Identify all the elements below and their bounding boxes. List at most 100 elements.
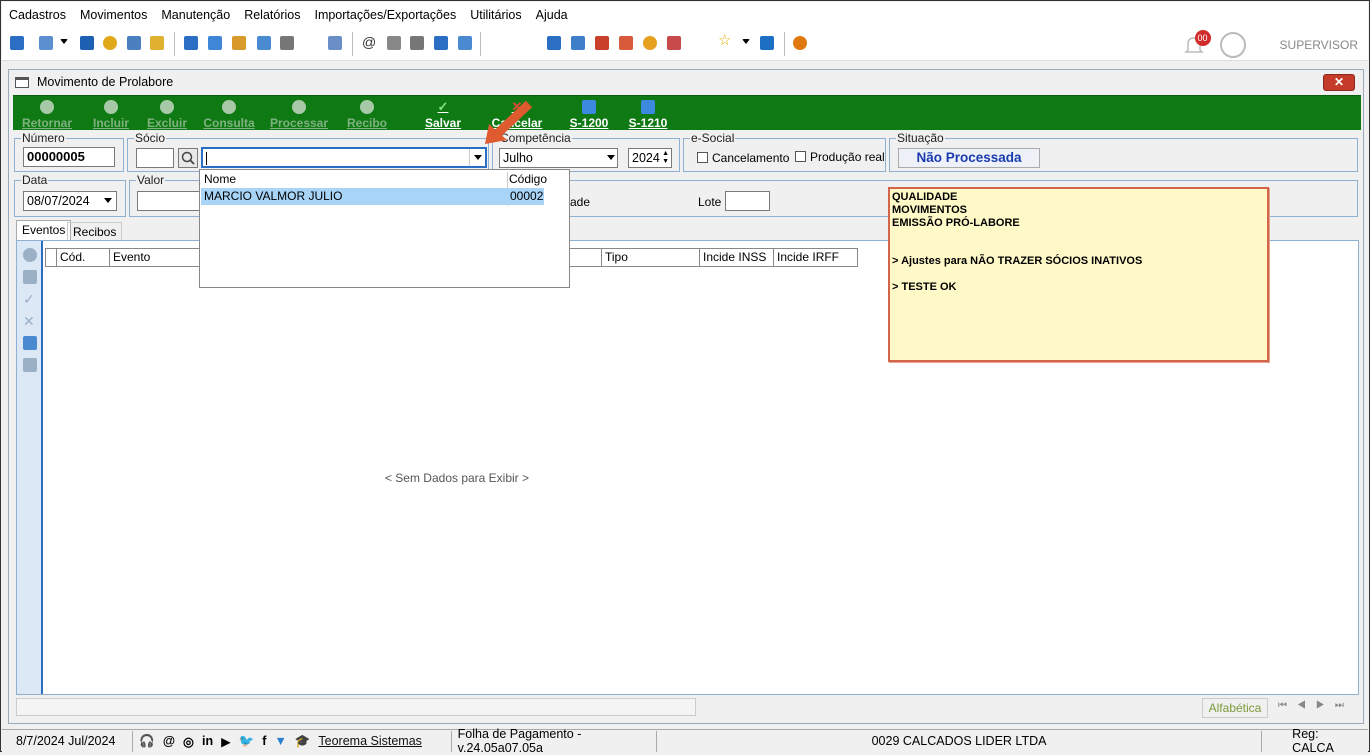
- lock-icon[interactable]: [643, 36, 657, 50]
- status-bar: 8/7/2024 Jul/2024 🎧 @ ◎ in ▶ 🐦 f ▼ 🎓 Teo…: [2, 727, 1368, 755]
- cancelamento-checkbox[interactable]: [697, 152, 708, 163]
- report-icon[interactable]: [667, 36, 681, 50]
- valor-field[interactable]: [137, 191, 207, 211]
- mail-icon[interactable]: [434, 36, 448, 50]
- status-date: 8/7/2024 Jul/2024: [2, 730, 134, 752]
- menu-movimentos[interactable]: Movimentos: [80, 8, 147, 22]
- document-icon: [582, 100, 596, 114]
- data-field[interactable]: 08/07/2024: [23, 191, 117, 211]
- clock-icon[interactable]: [103, 36, 117, 50]
- grid-icon[interactable]: [547, 36, 561, 50]
- s1200-button[interactable]: S-1200: [569, 96, 609, 131]
- facebook-icon[interactable]: f: [262, 734, 266, 748]
- avatar[interactable]: [1219, 32, 1246, 58]
- ano-spinner[interactable]: 2024 ▲ ▼: [628, 148, 672, 168]
- window-icon[interactable]: [760, 36, 774, 50]
- book-icon[interactable]: [80, 36, 94, 50]
- bell-icon[interactable]: 00: [1182, 30, 1211, 57]
- twitter-icon[interactable]: 🐦: [239, 734, 255, 749]
- graduation-cap-icon[interactable]: 🎓: [295, 734, 311, 749]
- linkedin-icon[interactable]: in: [202, 734, 213, 748]
- empty-message: < Sem Dados para Exibir >: [384, 471, 530, 485]
- document-icon[interactable]: [410, 36, 424, 50]
- window-title: Movimento de Prolabore: [37, 75, 174, 89]
- menu-bar: Cadastros Movimentos Manutenção Relatóri…: [2, 2, 1368, 28]
- teorema-link[interactable]: Teorema Sistemas: [318, 734, 422, 748]
- copy-icon[interactable]: [387, 36, 401, 50]
- at-icon[interactable]: @: [163, 734, 175, 748]
- menu-utilitarios[interactable]: Utilitários: [470, 8, 521, 22]
- edit-icon[interactable]: [458, 36, 472, 50]
- column-chooser-icon[interactable]: [45, 248, 57, 267]
- socio-combo[interactable]: [201, 147, 487, 168]
- bank-icon[interactable]: [127, 36, 141, 50]
- youtube-icon[interactable]: ▶: [221, 734, 231, 749]
- mes-select[interactable]: Julho: [499, 148, 618, 168]
- situacao-label: Situação: [896, 131, 945, 145]
- socio-group: Sócio: [127, 131, 489, 172]
- menu-relatorios[interactable]: Relatórios: [244, 8, 300, 22]
- numero-label: Número: [21, 131, 66, 145]
- company-icon[interactable]: [10, 36, 24, 50]
- transfer-users-icon[interactable]: [328, 36, 342, 50]
- people-icon[interactable]: [150, 36, 164, 50]
- lote-field[interactable]: [725, 191, 770, 211]
- order-selector[interactable]: Alfabética: [1202, 698, 1268, 718]
- recibo-button: Recibo: [345, 96, 389, 131]
- menu-manutencao[interactable]: Manutenção: [161, 8, 230, 22]
- prev-record-icon[interactable]: ◀: [1297, 700, 1316, 711]
- form-icon[interactable]: [208, 36, 222, 50]
- handshake-icon[interactable]: [257, 36, 271, 50]
- producao-label: Produção real: [810, 150, 885, 164]
- toolbar-separator: [352, 32, 353, 56]
- producao-checkbox[interactable]: [795, 151, 806, 162]
- col-tipo[interactable]: Tipo: [602, 248, 700, 267]
- col-cod[interactable]: Cód.: [57, 248, 110, 267]
- star-icon[interactable]: ☆: [718, 33, 732, 48]
- last-record-icon[interactable]: ⏭: [1335, 700, 1354, 711]
- tab-recibos[interactable]: Recibos: [67, 222, 123, 242]
- menu-ajuda[interactable]: Ajuda: [536, 8, 568, 22]
- menu-importacoes[interactable]: Importações/Exportações: [314, 8, 456, 22]
- power-icon[interactable]: [793, 36, 807, 50]
- close-icon[interactable]: ✕: [23, 314, 37, 328]
- chevron-down-icon[interactable]: [742, 39, 750, 47]
- notification-badge: 00: [1194, 30, 1211, 46]
- col-incide-inss[interactable]: Incide INSS: [700, 248, 774, 267]
- numero-field[interactable]: 00000005: [23, 147, 115, 167]
- check-icon: ✓: [437, 99, 449, 114]
- table-settings-icon[interactable]: [23, 358, 37, 372]
- s1210-button[interactable]: S-1210: [628, 96, 668, 131]
- at-icon[interactable]: @: [362, 35, 376, 49]
- list-icon[interactable]: [184, 36, 198, 50]
- sticky-note: QUALIDADE MOVIMENTOS EMISSÃO PRÓ-LABORE …: [888, 187, 1269, 362]
- building-icon[interactable]: [280, 36, 294, 50]
- social-links: 🎧 @ ◎ in ▶ 🐦 f ▼ 🎓 Teorema Sistemas: [133, 730, 452, 752]
- dropdown-row[interactable]: MARCIO VALMOR JULIO 00002: [201, 188, 544, 205]
- col-incide-irff[interactable]: Incide IRFF: [774, 248, 858, 267]
- check-icon[interactable]: ✓: [23, 292, 37, 306]
- next-record-icon[interactable]: ▶: [1316, 700, 1335, 711]
- headset-icon[interactable]: 🎧: [139, 734, 155, 749]
- chevron-down-icon[interactable]: [60, 39, 68, 47]
- add-icon[interactable]: [23, 248, 37, 262]
- salvar-button[interactable]: ✓ Salvar: [423, 96, 463, 131]
- socio-search-button[interactable]: [178, 148, 198, 168]
- tab-eventos[interactable]: Eventos: [16, 220, 72, 240]
- combo-dropdown-button[interactable]: [469, 149, 485, 166]
- trash-icon[interactable]: [23, 270, 37, 284]
- calendar-settings-icon[interactable]: [619, 36, 633, 50]
- network-icon[interactable]: [39, 36, 53, 50]
- socio-code-field[interactable]: [136, 148, 174, 168]
- calendar-icon[interactable]: [595, 36, 609, 50]
- calculator-icon[interactable]: [571, 36, 585, 50]
- menu-cadastros[interactable]: Cadastros: [9, 8, 66, 22]
- filter-bar[interactable]: [16, 698, 696, 716]
- spin-arrows-icon[interactable]: ▲ ▼: [662, 150, 669, 166]
- user-icon[interactable]: [232, 36, 246, 50]
- close-button[interactable]: ✕: [1323, 74, 1355, 91]
- table-export-icon[interactable]: [23, 336, 37, 350]
- instagram-icon[interactable]: ◎: [183, 734, 194, 749]
- first-record-icon[interactable]: ⏮: [1278, 700, 1297, 711]
- note-line: [892, 230, 1265, 243]
